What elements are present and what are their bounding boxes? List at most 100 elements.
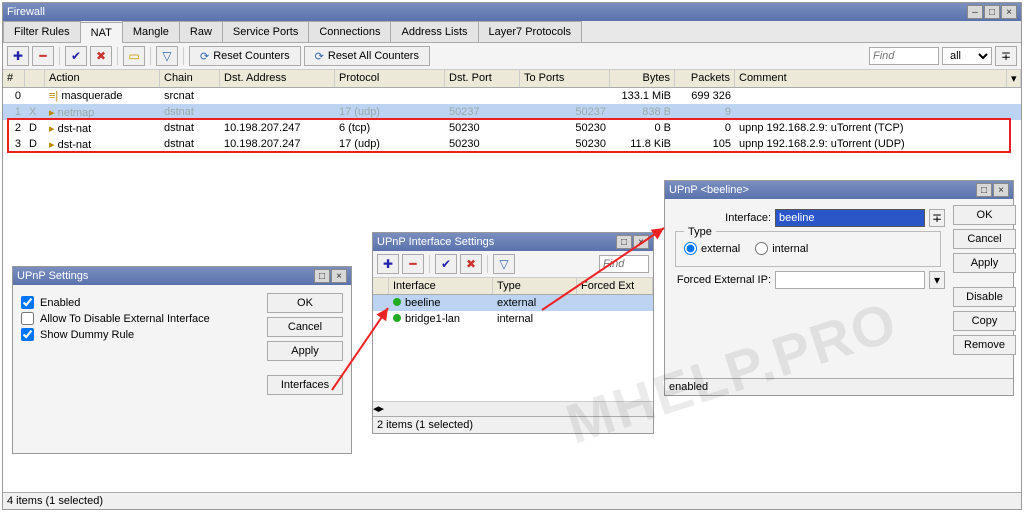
cancel-button[interactable]: Cancel bbox=[267, 317, 343, 337]
col-action[interactable]: Action bbox=[45, 70, 160, 87]
reset-all-counters-button[interactable]: ⟳Reset All Counters bbox=[304, 46, 430, 66]
type-legend: Type bbox=[684, 226, 716, 238]
h-scrollbar[interactable]: ◂▸ bbox=[373, 402, 653, 416]
col-forced[interactable]: Forced Ext bbox=[577, 278, 653, 294]
allow-disable-checkbox[interactable]: Allow To Disable External Interface bbox=[21, 312, 257, 325]
interface-row[interactable]: beelineexternal bbox=[373, 295, 653, 311]
maximize-icon[interactable]: □ bbox=[984, 5, 1000, 19]
dropdown-icon[interactable]: ▾ bbox=[929, 271, 945, 289]
filter-select[interactable]: all bbox=[942, 47, 992, 65]
col-dst[interactable]: Dst. Address bbox=[220, 70, 335, 87]
interface-row[interactable]: bridge1-laninternal bbox=[373, 311, 653, 327]
upnp-interface-window: UPnP Interface Settings □ × ✚ ━ ✔ ✖ ▽ In… bbox=[372, 232, 654, 434]
col-flag[interactable] bbox=[25, 70, 45, 87]
firewall-title-bar: Firewall – □ × bbox=[3, 3, 1021, 21]
filter-icon[interactable]: ▽ bbox=[493, 254, 515, 274]
upnp-beeline-window: UPnP <beeline> □ × Interface: ∓ Type ext… bbox=[664, 180, 1014, 396]
col-proto[interactable]: Protocol bbox=[335, 70, 445, 87]
firewall-title: Firewall bbox=[7, 6, 966, 18]
close-icon[interactable]: × bbox=[633, 235, 649, 249]
col-bytes[interactable]: Bytes bbox=[610, 70, 675, 87]
nat-grid-header: # Action Chain Dst. Address Protocol Dst… bbox=[3, 70, 1021, 88]
remove-button[interactable]: Remove bbox=[953, 335, 1016, 355]
tab-connections[interactable]: Connections bbox=[308, 21, 391, 42]
tab-address-lists[interactable]: Address Lists bbox=[390, 21, 478, 42]
disable-icon[interactable]: ✖ bbox=[460, 254, 482, 274]
nat-row[interactable]: 0≡| masqueradesrcnat133.1 MiB699 326 bbox=[3, 88, 1021, 104]
apply-button[interactable]: Apply bbox=[953, 253, 1016, 273]
interfaces-button[interactable]: Interfaces bbox=[267, 375, 343, 395]
upnp-settings-title: UPnP Settings bbox=[17, 270, 313, 282]
ok-button[interactable]: OK bbox=[953, 205, 1016, 225]
interface-grid: Interface Type Forced Ext beelineexterna… bbox=[373, 278, 653, 401]
apply-button[interactable]: Apply bbox=[267, 341, 343, 361]
upnp-interface-title: UPnP Interface Settings bbox=[377, 236, 615, 248]
comment-icon[interactable]: ▭ bbox=[123, 46, 145, 66]
separator bbox=[59, 47, 60, 65]
dropdown-icon[interactable]: ∓ bbox=[995, 46, 1017, 66]
upnp-beeline-title: UPnP <beeline> bbox=[669, 184, 975, 196]
upnp-interface-toolbar: ✚ ━ ✔ ✖ ▽ bbox=[373, 251, 653, 278]
col-flag[interactable] bbox=[373, 278, 389, 294]
upnp-interface-status: 2 items (1 selected) bbox=[373, 416, 653, 433]
col-type[interactable]: Type bbox=[493, 278, 577, 294]
close-icon[interactable]: × bbox=[1001, 5, 1017, 19]
minimize-icon[interactable]: – bbox=[967, 5, 983, 19]
remove-icon[interactable]: ━ bbox=[32, 46, 54, 66]
reset-counters-button[interactable]: ⟳Reset Counters bbox=[189, 46, 301, 66]
upnp-beeline-status: enabled bbox=[665, 378, 1013, 395]
disable-button[interactable]: Disable bbox=[953, 287, 1016, 307]
dropdown-icon[interactable]: ∓ bbox=[929, 209, 945, 227]
disable-icon[interactable]: ✖ bbox=[90, 46, 112, 66]
enabled-checkbox[interactable]: Enabled bbox=[21, 296, 257, 309]
col-menu-icon[interactable]: ▾ bbox=[1007, 70, 1021, 87]
col-num[interactable]: # bbox=[3, 70, 25, 87]
col-packets[interactable]: Packets bbox=[675, 70, 735, 87]
firewall-status: 4 items (1 selected) bbox=[3, 492, 1021, 509]
tab-filter-rules[interactable]: Filter Rules bbox=[3, 21, 81, 42]
find-input[interactable] bbox=[869, 47, 939, 65]
tab-service-ports[interactable]: Service Ports bbox=[222, 21, 309, 42]
col-dport[interactable]: Dst. Port bbox=[445, 70, 520, 87]
highlight-box bbox=[7, 118, 1011, 153]
tab-nat[interactable]: NAT bbox=[80, 22, 123, 43]
maximize-icon[interactable]: □ bbox=[314, 269, 330, 283]
separator bbox=[117, 47, 118, 65]
col-comment[interactable]: Comment bbox=[735, 70, 1007, 87]
forced-ip-label: Forced External IP: bbox=[671, 274, 771, 286]
tab-raw[interactable]: Raw bbox=[179, 21, 223, 42]
copy-button[interactable]: Copy bbox=[953, 311, 1016, 331]
tab-mangle[interactable]: Mangle bbox=[122, 21, 180, 42]
forced-ip-input[interactable] bbox=[775, 271, 925, 289]
remove-icon[interactable]: ━ bbox=[402, 254, 424, 274]
ok-button[interactable]: OK bbox=[267, 293, 343, 313]
interface-input[interactable] bbox=[775, 209, 925, 227]
enable-icon[interactable]: ✔ bbox=[435, 254, 457, 274]
maximize-icon[interactable]: □ bbox=[976, 183, 992, 197]
col-chain[interactable]: Chain bbox=[160, 70, 220, 87]
separator bbox=[183, 47, 184, 65]
col-interface[interactable]: Interface bbox=[389, 278, 493, 294]
enable-icon[interactable]: ✔ bbox=[65, 46, 87, 66]
separator bbox=[150, 47, 151, 65]
upnp-interface-titlebar: UPnP Interface Settings □ × bbox=[373, 233, 653, 251]
firewall-tabs: Filter RulesNATMangleRawService PortsCon… bbox=[3, 21, 1021, 43]
add-icon[interactable]: ✚ bbox=[7, 46, 29, 66]
internal-radio[interactable]: internal bbox=[755, 242, 808, 255]
filter-icon[interactable]: ▽ bbox=[156, 46, 178, 66]
upnp-beeline-titlebar: UPnP <beeline> □ × bbox=[665, 181, 1013, 199]
find-input[interactable] bbox=[599, 255, 649, 273]
close-icon[interactable]: × bbox=[993, 183, 1009, 197]
interface-label: Interface: bbox=[671, 212, 771, 224]
show-dummy-checkbox[interactable]: Show Dummy Rule bbox=[21, 328, 257, 341]
upnp-settings-window: UPnP Settings □ × Enabled Allow To Disab… bbox=[12, 266, 352, 454]
tab-layer7-protocols[interactable]: Layer7 Protocols bbox=[478, 21, 583, 42]
close-icon[interactable]: × bbox=[331, 269, 347, 283]
maximize-icon[interactable]: □ bbox=[616, 235, 632, 249]
firewall-toolbar: ✚ ━ ✔ ✖ ▭ ▽ ⟳Reset Counters ⟳Reset All C… bbox=[3, 43, 1021, 70]
col-toports[interactable]: To Ports bbox=[520, 70, 610, 87]
external-radio[interactable]: external bbox=[684, 242, 740, 255]
upnp-settings-titlebar: UPnP Settings □ × bbox=[13, 267, 351, 285]
add-icon[interactable]: ✚ bbox=[377, 254, 399, 274]
cancel-button[interactable]: Cancel bbox=[953, 229, 1016, 249]
